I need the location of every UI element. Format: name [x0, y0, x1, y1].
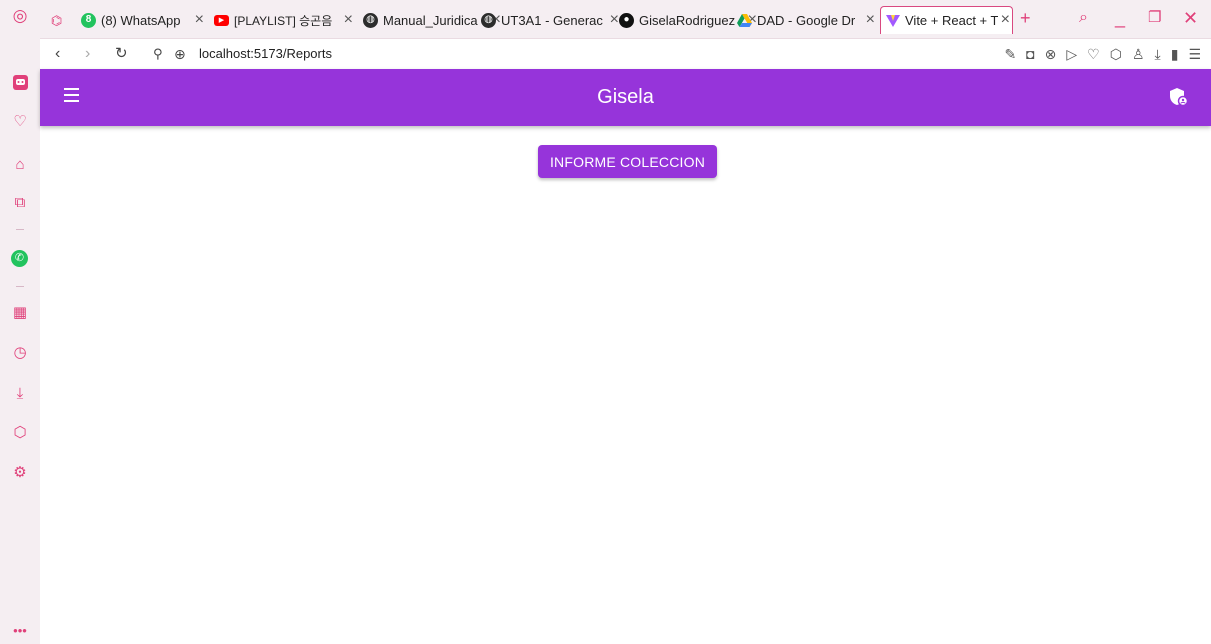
tab-playlist[interactable]: ▶ [PLAYLIST] 승곤음 × — [214, 8, 355, 32]
browser-sidebar: ◎ ♡ ⌂ ⧉ ✆ ▦ ◷ ⤓ ⬡ ⚙ ••• — [0, 0, 40, 644]
whatsapp-icon: 8 — [81, 12, 96, 28]
tab-title: DAD - Google Dr — [757, 12, 856, 28]
collection-report-button[interactable]: INFORME COLECCION — [538, 145, 717, 178]
tab-title: Manual_Juridica — [383, 12, 478, 28]
url-field[interactable]: localhost:5173/Reports — [199, 46, 332, 61]
tab-title: GiselaRodriguez — [639, 12, 736, 28]
restore-icon[interactable]: ❐ — [1148, 8, 1161, 28]
new-tab-icon[interactable]: + — [1020, 8, 1031, 28]
sidebar-divider — [16, 229, 24, 230]
google-drive-icon — [737, 13, 752, 28]
back-icon[interactable]: ‹ — [55, 44, 60, 64]
reload-icon[interactable]: ↻ — [115, 44, 128, 64]
heart-icon[interactable]: ♡ — [8, 109, 32, 133]
tab-menu-icon[interactable]: ⌬ — [49, 8, 69, 32]
close-window-icon[interactable]: ✕ — [1183, 8, 1198, 28]
close-icon[interactable]: × — [862, 11, 875, 29]
admin-shield-icon[interactable] — [1169, 87, 1189, 107]
sidebar-divider — [16, 286, 24, 287]
close-icon[interactable]: × — [191, 11, 204, 29]
tab-google-drive[interactable]: DAD - Google Dr × — [737, 8, 877, 32]
easy-setup-icon[interactable]: ☰ — [1188, 45, 1201, 63]
profile-icon[interactable]: ♙ — [1132, 45, 1145, 63]
reader-icon[interactable]: ⧉ — [8, 190, 32, 214]
tab-title: UT3A1 - Generac — [501, 12, 603, 28]
tab-whatsapp[interactable]: 8 (8) WhatsApp × — [81, 8, 206, 32]
opera-logo-icon[interactable]: ◎ — [8, 3, 32, 27]
page-viewport: Gisela INFORME COLECCION — [40, 69, 1211, 644]
globe-icon: ◍ — [481, 12, 496, 28]
settings-icon[interactable]: ⚙ — [8, 460, 32, 484]
tab-ut3a1[interactable]: ◍ UT3A1 - Generac × — [481, 8, 621, 32]
youtube-icon: ▶ — [214, 14, 229, 26]
tab-vite-react[interactable]: Vite + React + TS × — [880, 6, 1013, 34]
toolbar-icons: ✎ ◘ ⊗ ▷ ♡ ⬡ ♙ ⤓ ▮ ☰ — [1004, 45, 1201, 63]
github-icon: ● — [619, 12, 634, 28]
send-icon[interactable]: ▷ — [1066, 45, 1077, 63]
tab-title: (8) WhatsApp — [101, 12, 181, 28]
search-icon[interactable]: ⌕ — [1079, 8, 1088, 28]
battery-icon[interactable]: ▮ — [1171, 45, 1179, 63]
close-icon[interactable]: × — [606, 11, 619, 29]
download-icon[interactable]: ⤓ — [8, 381, 32, 405]
site-settings-icon[interactable]: ⚲ — [153, 44, 163, 64]
app-title: Gisela — [597, 86, 654, 108]
minimize-icon[interactable]: _ — [1115, 8, 1125, 28]
globe-icon: ◍ — [363, 12, 378, 28]
forward-icon[interactable]: › — [85, 44, 90, 64]
cube-icon[interactable]: ⬡ — [1110, 45, 1122, 63]
address-bar: ‹ › ↻ ⚲ ⊕ localhost:5173/Reports ✎ ◘ ⊗ ▷… — [40, 38, 1211, 69]
download-icon[interactable]: ⤓ — [1155, 45, 1161, 63]
whatsapp-icon[interactable]: ✆ — [11, 250, 28, 267]
app-bar: Gisela — [40, 69, 1211, 126]
camera-icon[interactable]: ◘ — [1026, 45, 1034, 63]
more-icon[interactable]: ••• — [8, 618, 32, 642]
home-icon[interactable]: ⌂ — [8, 152, 32, 176]
vite-icon — [885, 13, 900, 28]
cube-icon[interactable]: ⬡ — [8, 420, 32, 444]
edit-icon[interactable]: ✎ — [1004, 45, 1016, 63]
close-icon[interactable]: × — [997, 11, 1010, 29]
browser-window: ◎ ♡ ⌂ ⧉ ✆ ▦ ◷ ⤓ ⬡ ⚙ ••• ⌬ 8 (8) WhatsApp… — [0, 0, 1211, 644]
tab-strip: ⌬ 8 (8) WhatsApp × ▶ [PLAYLIST] 승곤음 × ◍ … — [40, 0, 1211, 38]
aria-icon[interactable] — [8, 70, 32, 94]
history-icon[interactable]: ◷ — [8, 340, 32, 364]
heart-icon[interactable]: ♡ — [1087, 45, 1100, 63]
tab-title: [PLAYLIST] 승곤음 — [234, 13, 333, 28]
globe-icon: ⊕ — [174, 46, 186, 62]
tab-title: Vite + React + TS — [905, 13, 1008, 28]
close-icon[interactable]: × — [340, 11, 353, 29]
blocker-icon[interactable]: ⊗ — [1045, 45, 1057, 63]
apps-icon[interactable]: ▦ — [8, 300, 32, 324]
